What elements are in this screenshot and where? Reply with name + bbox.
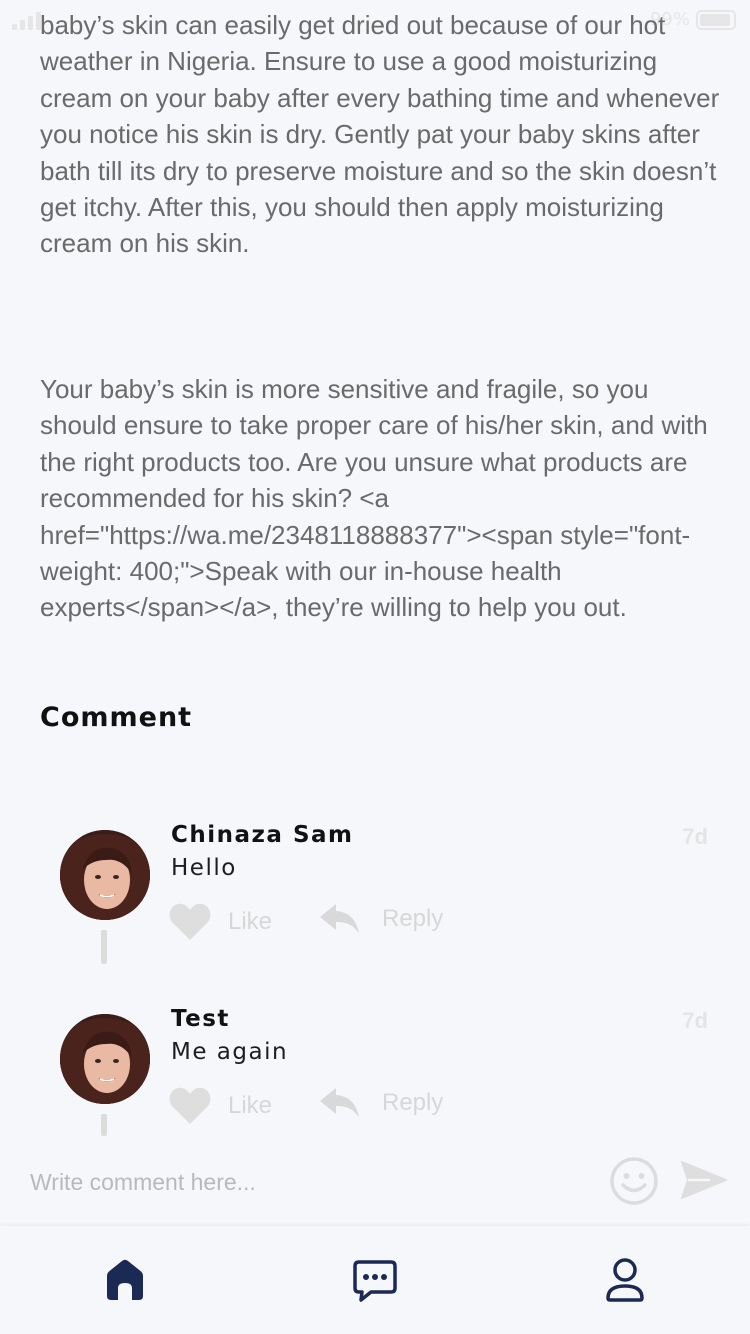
like-button[interactable]: Like bbox=[168, 1086, 272, 1126]
bottom-navigation bbox=[0, 1226, 750, 1334]
comment-time: 7d bbox=[682, 824, 708, 849]
avatar[interactable] bbox=[60, 1014, 150, 1104]
comment-input[interactable] bbox=[30, 1160, 590, 1204]
signal-icon bbox=[12, 12, 41, 30]
profile-icon[interactable] bbox=[601, 1256, 649, 1304]
smiley-icon[interactable] bbox=[609, 1156, 659, 1210]
send-icon[interactable] bbox=[680, 1160, 728, 1204]
home-icon[interactable] bbox=[101, 1256, 149, 1304]
comment-composer bbox=[0, 1140, 750, 1224]
comment-text: Me again bbox=[171, 1039, 289, 1065]
like-label: Like bbox=[228, 1092, 273, 1119]
reply-icon bbox=[320, 904, 359, 934]
article-paragraph: Your baby’s skin is more sensitive and f… bbox=[40, 374, 708, 623]
reply-icon bbox=[320, 1088, 359, 1118]
heart-icon bbox=[169, 903, 211, 940]
heart-icon bbox=[169, 1087, 211, 1124]
like-button[interactable]: Like bbox=[168, 902, 272, 942]
reply-label: Reply bbox=[382, 905, 444, 932]
comment-author[interactable]: Chinaza Sam bbox=[171, 822, 354, 848]
comment-heading: Comment bbox=[40, 702, 193, 733]
thread-line bbox=[101, 1114, 107, 1136]
reply-button[interactable]: Reply bbox=[320, 1086, 443, 1120]
comment-author[interactable]: Test bbox=[171, 1006, 230, 1032]
comment-item: Chinaza Sam 7d Hello Like Reply bbox=[0, 822, 750, 1002]
avatar[interactable] bbox=[60, 830, 150, 920]
article-paragraph: baby’s skin can easily get dried out bec… bbox=[40, 10, 720, 259]
reply-label: Reply bbox=[382, 1089, 444, 1116]
reply-button[interactable]: Reply bbox=[320, 902, 443, 936]
comment-time: 7d bbox=[682, 1008, 708, 1033]
thread-line bbox=[101, 930, 107, 964]
comment-text: Hello bbox=[171, 855, 237, 881]
chat-icon[interactable] bbox=[351, 1256, 399, 1304]
like-label: Like bbox=[228, 908, 273, 935]
